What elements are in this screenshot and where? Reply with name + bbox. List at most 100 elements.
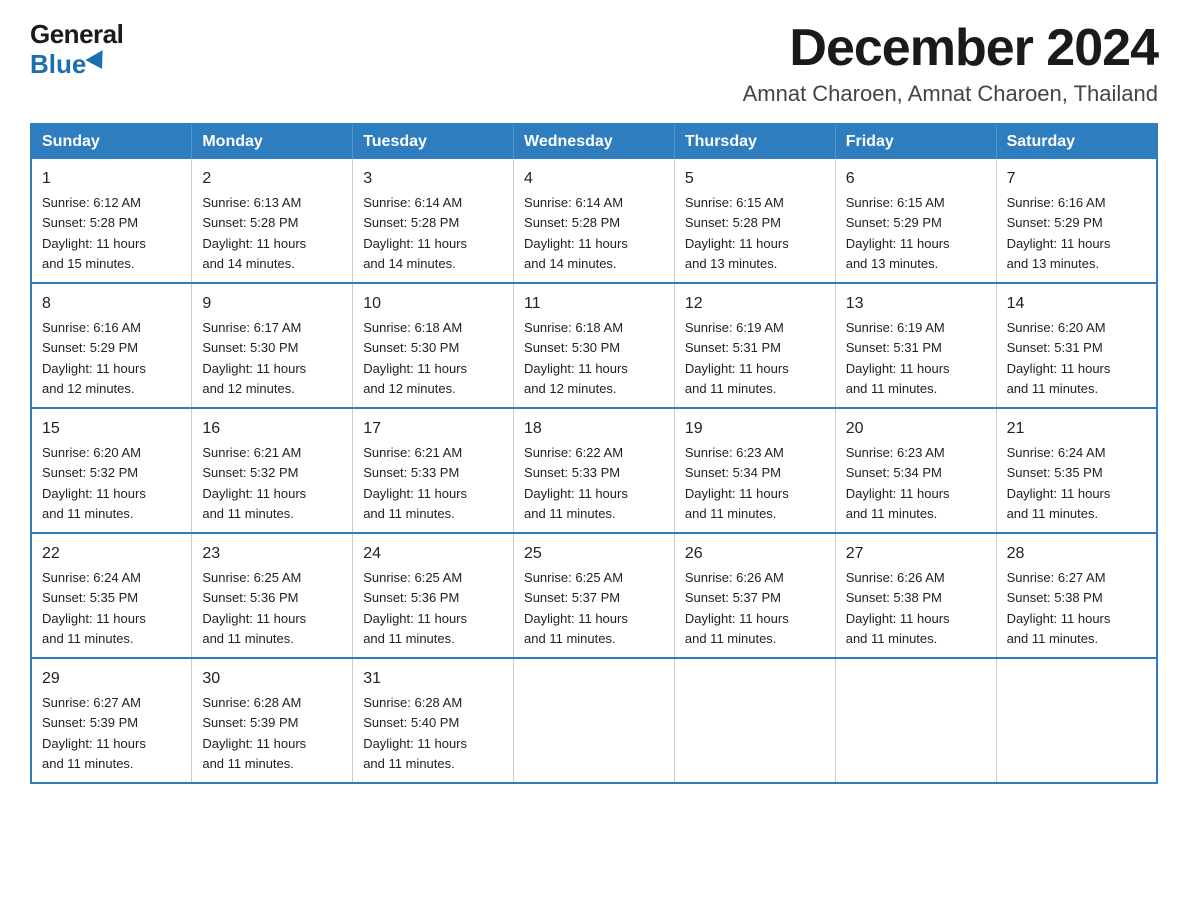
page-header: General Blue December 2024 Amnat Charoen… [30,20,1158,107]
day-info: Sunrise: 6:23 AMSunset: 5:34 PMDaylight:… [846,445,950,521]
logo: General Blue [30,20,123,80]
day-info: Sunrise: 6:25 AMSunset: 5:37 PMDaylight:… [524,570,628,646]
calendar-cell: 6 Sunrise: 6:15 AMSunset: 5:29 PMDayligh… [835,159,996,283]
header-cell-tuesday: Tuesday [353,124,514,159]
day-number: 19 [685,417,825,441]
day-number: 31 [363,667,503,691]
header-cell-monday: Monday [192,124,353,159]
day-info: Sunrise: 6:28 AMSunset: 5:40 PMDaylight:… [363,695,467,771]
day-number: 17 [363,417,503,441]
calendar-cell: 16 Sunrise: 6:21 AMSunset: 5:32 PMDaylig… [192,408,353,533]
day-number: 27 [846,542,986,566]
day-number: 9 [202,292,342,316]
day-number: 12 [685,292,825,316]
calendar-cell: 15 Sunrise: 6:20 AMSunset: 5:32 PMDaylig… [31,408,192,533]
day-info: Sunrise: 6:27 AMSunset: 5:38 PMDaylight:… [1007,570,1111,646]
header-cell-sunday: Sunday [31,124,192,159]
calendar-week-2: 8 Sunrise: 6:16 AMSunset: 5:29 PMDayligh… [31,283,1157,408]
calendar-cell: 9 Sunrise: 6:17 AMSunset: 5:30 PMDayligh… [192,283,353,408]
day-info: Sunrise: 6:16 AMSunset: 5:29 PMDaylight:… [1007,195,1111,271]
calendar-cell: 7 Sunrise: 6:16 AMSunset: 5:29 PMDayligh… [996,159,1157,283]
day-number: 7 [1007,167,1146,191]
day-info: Sunrise: 6:27 AMSunset: 5:39 PMDaylight:… [42,695,146,771]
day-info: Sunrise: 6:24 AMSunset: 5:35 PMDaylight:… [1007,445,1111,521]
header-cell-saturday: Saturday [996,124,1157,159]
day-number: 11 [524,292,664,316]
day-number: 5 [685,167,825,191]
day-info: Sunrise: 6:15 AMSunset: 5:28 PMDaylight:… [685,195,789,271]
day-info: Sunrise: 6:25 AMSunset: 5:36 PMDaylight:… [202,570,306,646]
day-info: Sunrise: 6:24 AMSunset: 5:35 PMDaylight:… [42,570,146,646]
day-info: Sunrise: 6:18 AMSunset: 5:30 PMDaylight:… [363,320,467,396]
day-info: Sunrise: 6:25 AMSunset: 5:36 PMDaylight:… [363,570,467,646]
calendar-cell: 10 Sunrise: 6:18 AMSunset: 5:30 PMDaylig… [353,283,514,408]
day-info: Sunrise: 6:15 AMSunset: 5:29 PMDaylight:… [846,195,950,271]
calendar-cell [835,658,996,783]
calendar-cell: 18 Sunrise: 6:22 AMSunset: 5:33 PMDaylig… [514,408,675,533]
header-cell-friday: Friday [835,124,996,159]
day-info: Sunrise: 6:14 AMSunset: 5:28 PMDaylight:… [363,195,467,271]
day-info: Sunrise: 6:13 AMSunset: 5:28 PMDaylight:… [202,195,306,271]
day-number: 14 [1007,292,1146,316]
day-info: Sunrise: 6:23 AMSunset: 5:34 PMDaylight:… [685,445,789,521]
day-number: 29 [42,667,181,691]
subtitle: Amnat Charoen, Amnat Charoen, Thailand [743,81,1158,107]
day-number: 2 [202,167,342,191]
day-number: 3 [363,167,503,191]
day-info: Sunrise: 6:21 AMSunset: 5:32 PMDaylight:… [202,445,306,521]
day-info: Sunrise: 6:22 AMSunset: 5:33 PMDaylight:… [524,445,628,521]
day-number: 10 [363,292,503,316]
calendar-cell: 29 Sunrise: 6:27 AMSunset: 5:39 PMDaylig… [31,658,192,783]
calendar-cell: 24 Sunrise: 6:25 AMSunset: 5:36 PMDaylig… [353,533,514,658]
calendar-week-5: 29 Sunrise: 6:27 AMSunset: 5:39 PMDaylig… [31,658,1157,783]
day-info: Sunrise: 6:18 AMSunset: 5:30 PMDaylight:… [524,320,628,396]
calendar-cell: 17 Sunrise: 6:21 AMSunset: 5:33 PMDaylig… [353,408,514,533]
day-number: 21 [1007,417,1146,441]
day-info: Sunrise: 6:19 AMSunset: 5:31 PMDaylight:… [685,320,789,396]
header-cell-thursday: Thursday [674,124,835,159]
day-number: 24 [363,542,503,566]
calendar-week-3: 15 Sunrise: 6:20 AMSunset: 5:32 PMDaylig… [31,408,1157,533]
calendar-cell: 12 Sunrise: 6:19 AMSunset: 5:31 PMDaylig… [674,283,835,408]
calendar-cell [996,658,1157,783]
day-info: Sunrise: 6:26 AMSunset: 5:38 PMDaylight:… [846,570,950,646]
day-info: Sunrise: 6:20 AMSunset: 5:31 PMDaylight:… [1007,320,1111,396]
day-number: 18 [524,417,664,441]
calendar-cell: 2 Sunrise: 6:13 AMSunset: 5:28 PMDayligh… [192,159,353,283]
day-number: 22 [42,542,181,566]
calendar-cell: 8 Sunrise: 6:16 AMSunset: 5:29 PMDayligh… [31,283,192,408]
calendar-body: 1 Sunrise: 6:12 AMSunset: 5:28 PMDayligh… [31,159,1157,783]
day-number: 4 [524,167,664,191]
logo-general: General [30,20,123,49]
calendar-cell [674,658,835,783]
day-info: Sunrise: 6:21 AMSunset: 5:33 PMDaylight:… [363,445,467,521]
day-number: 30 [202,667,342,691]
calendar-table: SundayMondayTuesdayWednesdayThursdayFrid… [30,123,1158,784]
calendar-cell: 26 Sunrise: 6:26 AMSunset: 5:37 PMDaylig… [674,533,835,658]
calendar-cell: 5 Sunrise: 6:15 AMSunset: 5:28 PMDayligh… [674,159,835,283]
day-number: 1 [42,167,181,191]
header-cell-wednesday: Wednesday [514,124,675,159]
day-info: Sunrise: 6:26 AMSunset: 5:37 PMDaylight:… [685,570,789,646]
calendar-cell: 31 Sunrise: 6:28 AMSunset: 5:40 PMDaylig… [353,658,514,783]
logo-blue: Blue [30,49,108,80]
calendar-cell: 21 Sunrise: 6:24 AMSunset: 5:35 PMDaylig… [996,408,1157,533]
calendar-header: SundayMondayTuesdayWednesdayThursdayFrid… [31,124,1157,159]
day-number: 6 [846,167,986,191]
calendar-cell: 20 Sunrise: 6:23 AMSunset: 5:34 PMDaylig… [835,408,996,533]
calendar-cell: 1 Sunrise: 6:12 AMSunset: 5:28 PMDayligh… [31,159,192,283]
day-number: 8 [42,292,181,316]
day-number: 28 [1007,542,1146,566]
day-info: Sunrise: 6:19 AMSunset: 5:31 PMDaylight:… [846,320,950,396]
day-number: 16 [202,417,342,441]
calendar-cell: 28 Sunrise: 6:27 AMSunset: 5:38 PMDaylig… [996,533,1157,658]
calendar-cell: 11 Sunrise: 6:18 AMSunset: 5:30 PMDaylig… [514,283,675,408]
calendar-cell: 23 Sunrise: 6:25 AMSunset: 5:36 PMDaylig… [192,533,353,658]
day-info: Sunrise: 6:16 AMSunset: 5:29 PMDaylight:… [42,320,146,396]
calendar-cell: 3 Sunrise: 6:14 AMSunset: 5:28 PMDayligh… [353,159,514,283]
calendar-week-1: 1 Sunrise: 6:12 AMSunset: 5:28 PMDayligh… [31,159,1157,283]
day-info: Sunrise: 6:12 AMSunset: 5:28 PMDaylight:… [42,195,146,271]
calendar-cell: 25 Sunrise: 6:25 AMSunset: 5:37 PMDaylig… [514,533,675,658]
main-title: December 2024 [743,20,1158,77]
calendar-cell [514,658,675,783]
